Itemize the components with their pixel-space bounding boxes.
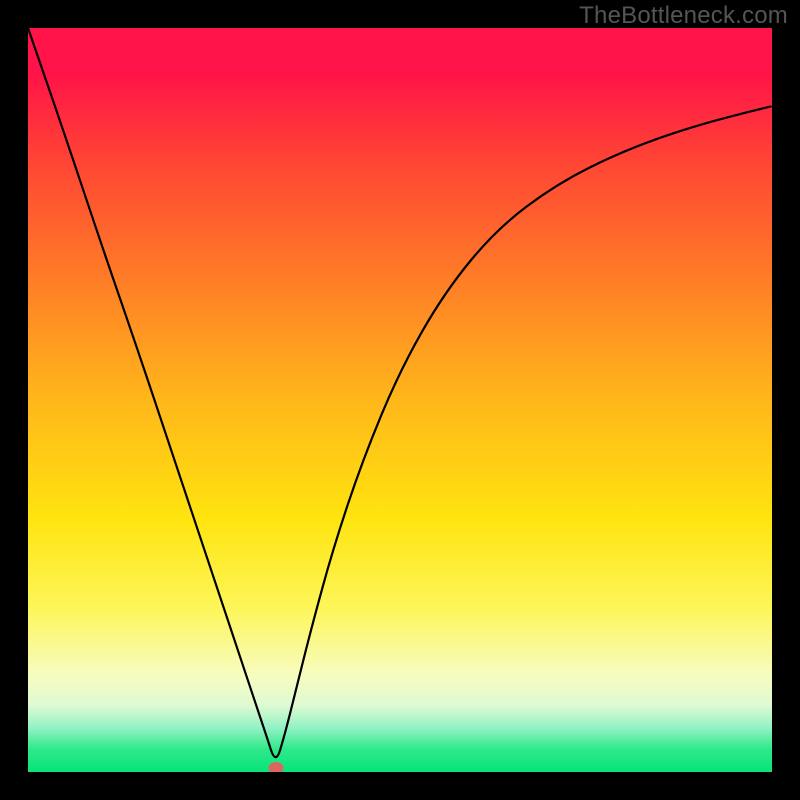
watermark-text: TheBottleneck.com [579,2,788,30]
optimal-marker [268,762,283,772]
chart-frame: TheBottleneck.com [0,0,800,800]
plot-area [28,28,772,772]
bottleneck-curve [28,28,772,772]
